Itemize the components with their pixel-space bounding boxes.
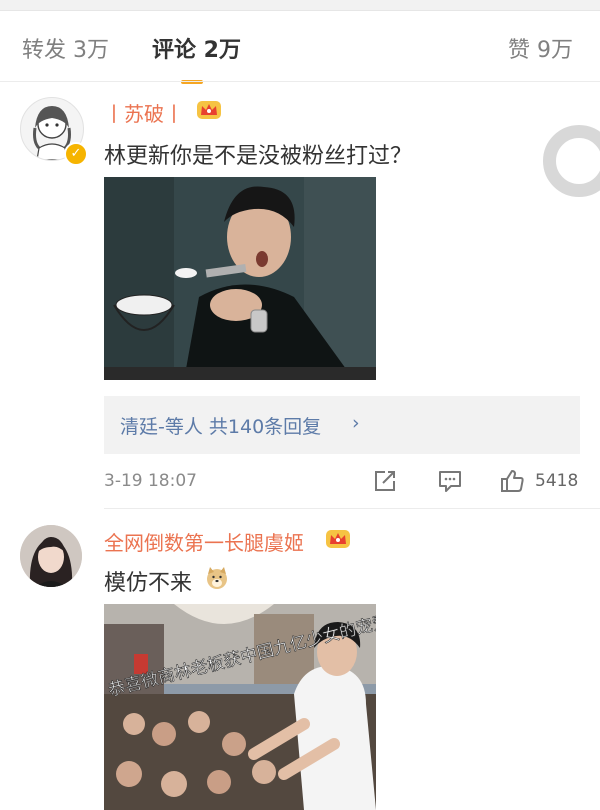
like-count: 5418 — [535, 471, 579, 491]
comment-username[interactable]: 丨苏破丨 — [104, 98, 184, 127]
comment-username[interactable]: 全网倒数第一长腿虞姬 — [104, 527, 304, 556]
crown-icon — [326, 530, 350, 548]
tab-divider — [0, 81, 600, 82]
like-icon[interactable] — [499, 468, 525, 494]
comment-timestamp: 3-19 18:07 — [104, 471, 197, 491]
tab-bar: 转发 3万 评论 2万 赞 9万 — [0, 10, 600, 84]
tab-reposts[interactable]: 转发 3万 — [22, 32, 109, 64]
comment-text: 林更新你是不是没被粉丝打过？ — [104, 144, 413, 169]
chevron-right-icon: › — [352, 412, 360, 434]
comment-photo[interactable]: 恭喜微商林老板获中国九亿少女的宠爱 — [104, 604, 376, 810]
tab-comments[interactable]: 评论 2万 — [152, 32, 241, 64]
avatar[interactable] — [20, 525, 82, 587]
verified-icon: ✓ — [64, 142, 88, 166]
doge-emoji-icon — [207, 567, 227, 589]
repost-icon[interactable] — [372, 468, 398, 494]
comment-text: 模仿不来 — [104, 571, 193, 596]
reply-summary-box[interactable]: 清廷-等人 共140条回复 › — [104, 396, 580, 454]
tab-likes[interactable]: 赞 9万 — [508, 32, 573, 64]
crown-icon — [197, 101, 221, 119]
reply-summary-text: 清廷-等人 共140条回复 — [120, 416, 322, 438]
floating-loading-ring — [543, 125, 600, 197]
comment-icon[interactable] — [437, 468, 463, 494]
comment-photo[interactable] — [104, 177, 376, 380]
comment-divider — [104, 508, 600, 509]
